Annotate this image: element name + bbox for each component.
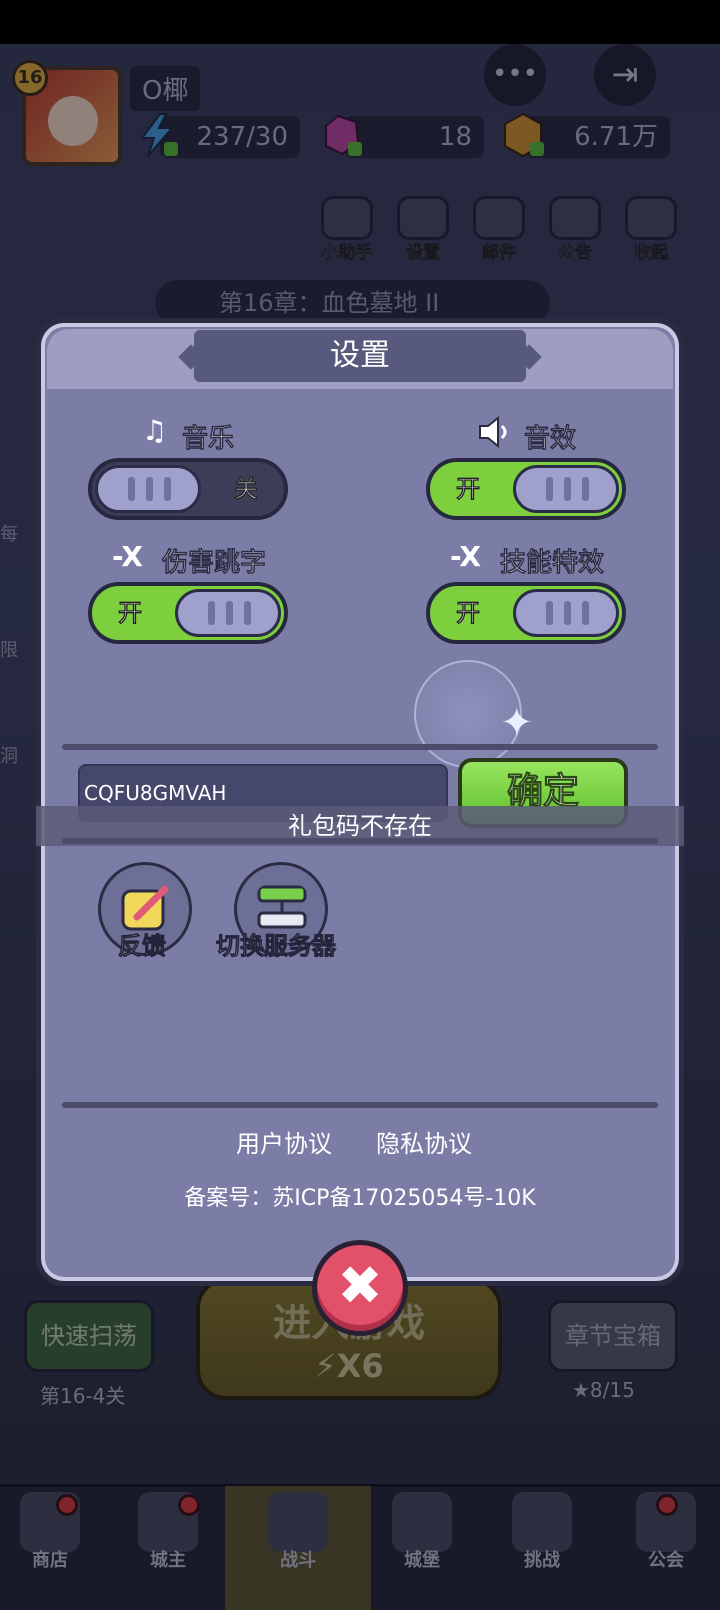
divider xyxy=(62,1102,658,1108)
music-label: 音乐 xyxy=(182,424,235,455)
divider xyxy=(62,744,658,750)
pencil-note-icon xyxy=(121,885,169,931)
user-agreement-link[interactable]: 用户协议 xyxy=(236,1124,332,1159)
status-bar xyxy=(0,0,720,44)
damage-toggle[interactable]: 开 xyxy=(88,582,288,644)
speaker-icon xyxy=(479,415,507,449)
server-icon xyxy=(257,885,307,929)
sound-toggle[interactable]: 开 xyxy=(426,458,626,520)
sound-toggle-state: 开 xyxy=(456,475,481,504)
switch-server-label: 切换服务器 xyxy=(216,932,337,961)
toggle-knob xyxy=(175,589,281,637)
divider xyxy=(62,838,658,844)
damage-number-icon: -X xyxy=(112,540,143,573)
toggle-knob xyxy=(513,465,619,513)
privacy-policy-link[interactable]: 隐私协议 xyxy=(376,1124,472,1159)
music-note-icon: ♫ xyxy=(142,414,168,447)
sound-label: 音效 xyxy=(524,424,577,455)
damage-label: 伤害跳字 xyxy=(162,548,267,579)
toggle-knob xyxy=(513,589,619,637)
feedback-label: 反馈 xyxy=(118,932,167,961)
skill-toggle[interactable]: 开 xyxy=(426,582,626,644)
icp-record: 备案号：苏ICP备17025054号-10K xyxy=(184,1186,536,1211)
skill-effect-icon: -X xyxy=(450,540,481,573)
dialog-title: 设置 xyxy=(330,338,390,373)
close-button[interactable]: ✖ xyxy=(312,1240,408,1336)
damage-toggle-state: 开 xyxy=(118,599,143,628)
toggle-knob xyxy=(95,465,201,513)
sparkle-icon: ✦ xyxy=(500,700,534,746)
music-toggle-state: 关 xyxy=(234,475,259,504)
skill-label: 技能特效 xyxy=(500,548,605,579)
skill-toggle-state: 开 xyxy=(456,599,481,628)
music-toggle[interactable]: 关 xyxy=(88,458,288,520)
